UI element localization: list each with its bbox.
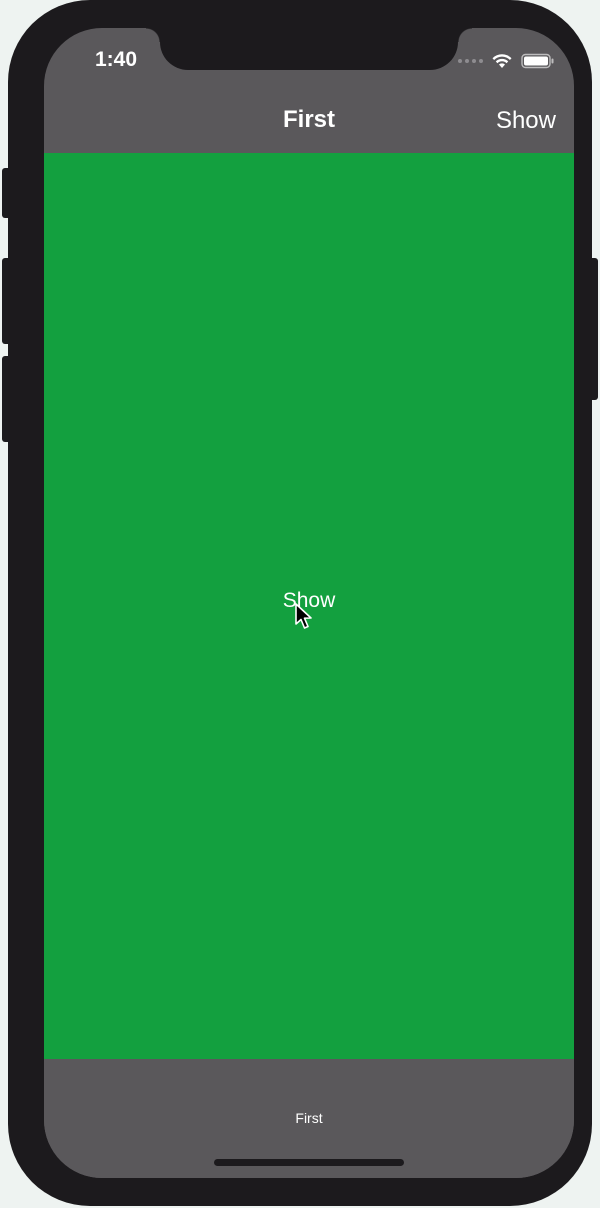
mouse-pointer-icon	[295, 603, 312, 629]
device-screen: 1:40 First Show Show First	[44, 28, 574, 1178]
device-frame: 1:40 First Show Show First	[8, 0, 592, 1206]
tab-first[interactable]: First	[259, 1110, 359, 1126]
wifi-icon	[492, 54, 512, 68]
content-view: Show	[44, 153, 574, 1059]
nav-show-button[interactable]: Show	[484, 107, 556, 135]
tab-bar: First	[44, 1059, 574, 1178]
notch	[146, 28, 472, 70]
battery-icon	[521, 53, 554, 69]
status-icons	[458, 50, 555, 72]
home-indicator[interactable]	[214, 1159, 404, 1166]
cellular-signal-icon	[458, 59, 483, 63]
status-time: 1:40	[94, 48, 138, 71]
